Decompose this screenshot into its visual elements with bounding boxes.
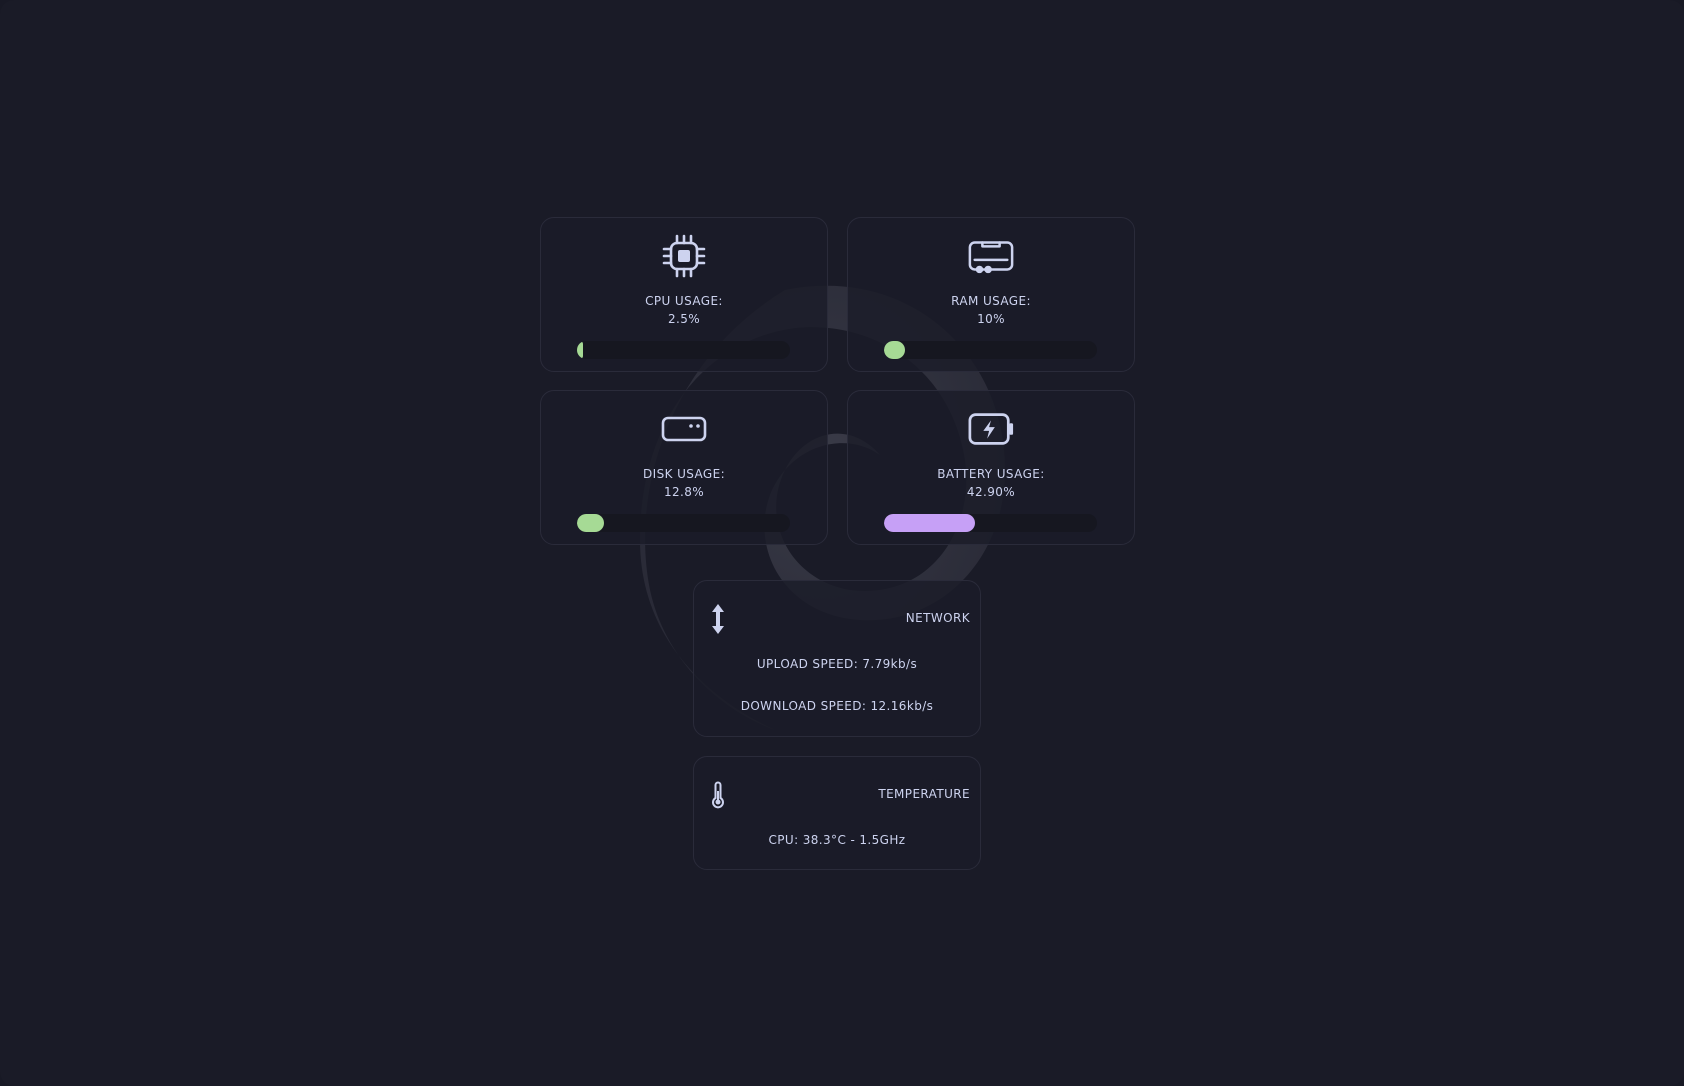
temperature-card: TEMPERATURE CPU: 38.3°C - 1.5GHz xyxy=(693,756,981,870)
disk-usage-bar-fill xyxy=(577,514,605,532)
up-down-arrow-icon xyxy=(706,601,730,637)
ram-memory-icon xyxy=(967,232,1015,280)
network-card: NETWORK UPLOAD SPEED: 7.79kb/s DOWNLOAD … xyxy=(693,580,981,737)
cpu-usage-bar-fill xyxy=(577,341,583,359)
cpu-chip-icon xyxy=(660,232,708,280)
ram-usage-bar xyxy=(884,341,1097,359)
thermometer-icon xyxy=(706,777,730,813)
battery-charging-icon xyxy=(967,405,1015,453)
temperature-title: TEMPERATURE xyxy=(878,787,970,801)
cpu-temperature: CPU: 38.3°C - 1.5GHz xyxy=(768,833,906,847)
ram-usage-card: RAM USAGE: 10% xyxy=(847,217,1135,372)
ram-usage-bar-fill xyxy=(884,341,906,359)
ram-usage-label: RAM USAGE: xyxy=(951,294,1031,308)
desktop-background: CPU USAGE: 2.5% RAM USAGE: 10% DISK USAG… xyxy=(0,0,1684,1086)
cpu-usage-bar xyxy=(577,341,790,359)
disk-usage-label: DISK USAGE: xyxy=(642,467,726,481)
cpu-usage-label: CPU USAGE: xyxy=(645,294,723,308)
cpu-usage-value: 2.5% xyxy=(667,312,701,326)
battery-usage-card: BATTERY USAGE: 42.90% xyxy=(847,390,1135,545)
hard-drive-icon xyxy=(660,405,708,453)
disk-usage-card: DISK USAGE: 12.8% xyxy=(540,390,828,545)
battery-usage-bar-fill xyxy=(884,514,976,532)
ram-usage-value: 10% xyxy=(977,312,1005,326)
network-title: NETWORK xyxy=(905,611,970,625)
download-speed: DOWNLOAD SPEED: 12.16kb/s xyxy=(740,699,934,713)
cpu-usage-card: CPU USAGE: 2.5% xyxy=(540,217,828,372)
battery-usage-label: BATTERY USAGE: xyxy=(937,467,1045,481)
disk-usage-value: 12.8% xyxy=(663,485,705,499)
disk-usage-bar xyxy=(577,514,790,532)
battery-usage-value: 42.90% xyxy=(966,485,1016,499)
upload-speed: UPLOAD SPEED: 7.79kb/s xyxy=(756,657,918,671)
battery-usage-bar xyxy=(884,514,1097,532)
